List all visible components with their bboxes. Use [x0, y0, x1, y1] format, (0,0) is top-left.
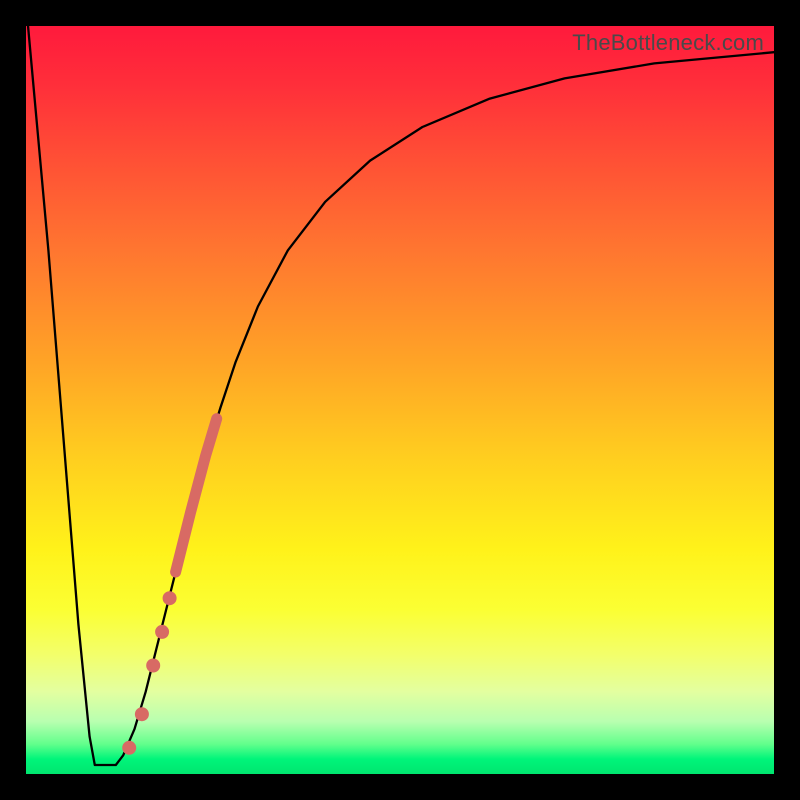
plot-area: TheBottleneck.com [26, 26, 774, 774]
chart-frame: TheBottleneck.com [0, 0, 800, 800]
data-marker [155, 625, 169, 639]
highlight-segment [176, 419, 217, 572]
data-marker [146, 659, 160, 673]
data-marker [135, 707, 149, 721]
bottleneck-curve [26, 4, 774, 765]
data-marker [122, 741, 136, 755]
data-marker [163, 591, 177, 605]
curve-layer [26, 26, 774, 774]
